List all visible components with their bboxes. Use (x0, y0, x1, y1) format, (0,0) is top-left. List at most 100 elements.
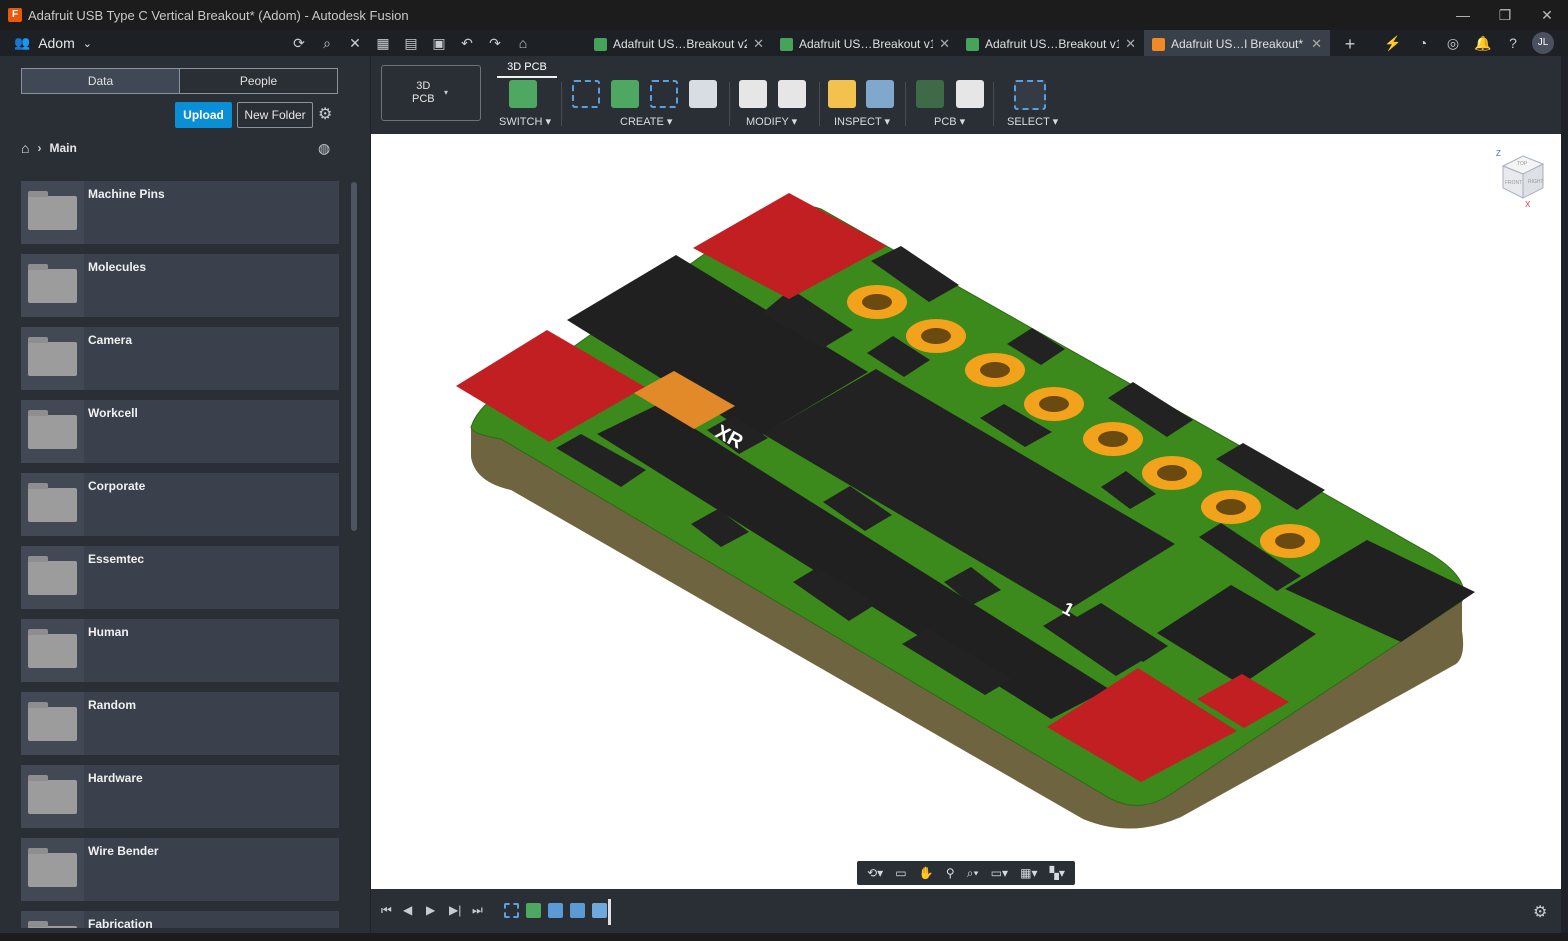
select-window-icon[interactable] (1014, 80, 1046, 110)
globe-icon[interactable]: ◍ (318, 140, 330, 157)
close-icon[interactable]: ✕ (753, 36, 764, 52)
redo-icon[interactable]: ↷ (484, 32, 506, 54)
step-back-icon[interactable]: ◀ (403, 903, 412, 917)
timeline-image-feature[interactable] (548, 903, 563, 918)
folder-name: Hardware (88, 771, 143, 785)
close-window-button[interactable]: ✕ (1526, 0, 1568, 30)
step-forward-icon[interactable]: ▶| (449, 903, 461, 917)
apps-icon[interactable]: ▦ (372, 32, 394, 54)
timeline-pcb-feature[interactable] (592, 903, 607, 918)
timeline-sketch-feature[interactable] (504, 903, 519, 918)
go-to-end-icon[interactable]: ⏭ (472, 903, 483, 918)
list-item[interactable]: Machine Pins (21, 181, 339, 244)
notification-icon[interactable]: 🔔 (1472, 32, 1494, 54)
close-icon[interactable]: ✕ (939, 36, 950, 52)
box-icon[interactable] (689, 80, 717, 108)
document-tab[interactable]: Adafruit US…Breakout v1 ✕ (772, 30, 958, 58)
go-to-start-icon[interactable]: ⏮ (381, 903, 392, 918)
help-icon[interactable]: ? (1502, 32, 1524, 54)
file-icon[interactable]: ▤ (400, 32, 422, 54)
extensions-icon[interactable]: ⚡ (1382, 32, 1404, 54)
refresh-icon[interactable]: ⟳ (288, 32, 310, 54)
pan-icon[interactable]: ✋ (919, 866, 934, 880)
modify-component-icon[interactable] (739, 80, 767, 108)
measure-icon[interactable] (828, 80, 856, 108)
play-icon[interactable]: ▶ (426, 903, 435, 917)
display-settings-icon[interactable]: ▭▾ (991, 866, 1008, 880)
viewports-icon[interactable]: ▚▾ (1050, 866, 1065, 880)
pcb-link-icon[interactable] (916, 80, 944, 108)
chevron-down-icon: ⌄ (82, 37, 92, 50)
switch-pcb-icon[interactable] (509, 80, 537, 108)
pcb-3d-render[interactable]: XR 1 (371, 134, 1561, 889)
orbit-icon[interactable]: ⟲▾ (867, 866, 883, 880)
zoom-icon[interactable]: ⚲ (946, 866, 955, 880)
gear-icon[interactable]: ⚙ (318, 104, 332, 124)
select-menu[interactable]: SELECT ▾ (1007, 115, 1058, 128)
home-icon[interactable]: ⌂ (21, 140, 29, 156)
view-cube[interactable]: TOP FRONT RIGHT Z X (1491, 146, 1553, 208)
avatar[interactable]: JL (1532, 32, 1554, 54)
list-item[interactable]: Random (21, 692, 339, 755)
search-icon[interactable]: ⌕ (316, 32, 338, 54)
modify-menu[interactable]: MODIFY ▾ (746, 115, 797, 128)
fit-icon[interactable]: ⌕▾ (967, 866, 979, 881)
view-cube-front-label: FRONT (1505, 180, 1522, 186)
create-component-icon[interactable] (611, 80, 639, 108)
list-item[interactable]: Corporate (21, 473, 339, 536)
save-icon[interactable]: ▣ (428, 32, 450, 54)
folder-name: Corporate (88, 479, 146, 493)
timeline-component-feature[interactable] (526, 903, 541, 918)
timeline-image-feature[interactable] (570, 903, 585, 918)
look-at-icon[interactable]: ▭ (895, 866, 906, 880)
new-folder-button[interactable]: New Folder (237, 102, 313, 128)
upload-button[interactable]: Upload (175, 102, 232, 128)
restore-button[interactable]: ❐ (1484, 0, 1526, 30)
pcb-settings-icon[interactable] (956, 80, 984, 108)
list-item[interactable]: Hardware (21, 765, 339, 828)
list-item[interactable]: Fabrication (21, 911, 339, 928)
online-status-icon[interactable]: ◎ (1442, 32, 1464, 54)
divider (729, 82, 730, 126)
document-tab-active[interactable]: Adafruit US…l Breakout* ✕ (1144, 30, 1330, 58)
list-item[interactable]: Workcell (21, 400, 339, 463)
list-item[interactable]: Wire Bender (21, 838, 339, 901)
folder-icon (28, 556, 77, 595)
create-outline-icon[interactable] (650, 80, 678, 108)
document-tab[interactable]: Adafruit US…Breakout v2 ✕ (586, 30, 772, 58)
scrollbar[interactable] (351, 182, 357, 531)
undo-icon[interactable]: ↶ (456, 32, 478, 54)
sketch-icon[interactable] (572, 80, 600, 108)
job-status-icon[interactable]: ◔ (1412, 32, 1434, 54)
timeline-marker[interactable] (608, 899, 611, 925)
tab-data[interactable]: Data (22, 69, 179, 93)
move-icon[interactable] (778, 80, 806, 108)
switch-menu[interactable]: SWITCH ▾ (499, 115, 551, 128)
pcb-menu[interactable]: PCB ▾ (934, 115, 965, 128)
3d-viewport[interactable]: XR 1 TOP FRONT RIGHT Z X ⟲▾ ▭ ✋ ⚲ ⌕▾ ▭▾ … (371, 134, 1561, 889)
list-item[interactable]: Essemtec (21, 546, 339, 609)
tab-people[interactable]: People (179, 69, 337, 93)
workspace-switcher[interactable]: 3D PCB ▾ (381, 65, 481, 121)
close-icon[interactable]: ✕ (1311, 36, 1322, 52)
gear-icon[interactable]: ⚙ (1533, 902, 1547, 922)
list-item[interactable]: Camera (21, 327, 339, 390)
new-tab-button[interactable]: + (1330, 30, 1370, 58)
grid-icon[interactable]: ▦▾ (1020, 866, 1037, 880)
list-item[interactable]: Human (21, 619, 339, 682)
close-icon[interactable]: ✕ (1125, 36, 1136, 52)
minimize-button[interactable]: — (1442, 0, 1484, 30)
create-menu[interactable]: CREATE ▾ (620, 115, 672, 128)
document-tabs: Adafruit US…Breakout v2 ✕ Adafruit US…Br… (586, 30, 1370, 58)
inspect-menu[interactable]: INSPECT ▾ (834, 115, 890, 128)
tab-3d-pcb[interactable]: 3D PCB (497, 58, 557, 78)
data-panel: Data People Upload New Folder ⚙ ⌂ › Main… (0, 56, 370, 941)
breadcrumb-current[interactable]: Main (49, 141, 76, 155)
folder-thumbnail (21, 619, 84, 682)
home-icon[interactable]: ⌂ (512, 32, 534, 54)
section-analysis-icon[interactable] (866, 80, 894, 108)
close-icon[interactable]: ✕ (344, 32, 366, 54)
team-selector[interactable]: 👥 Adom ⌄ (14, 35, 92, 51)
list-item[interactable]: Molecules (21, 254, 339, 317)
document-tab[interactable]: Adafruit US…Breakout v1 ✕ (958, 30, 1144, 58)
